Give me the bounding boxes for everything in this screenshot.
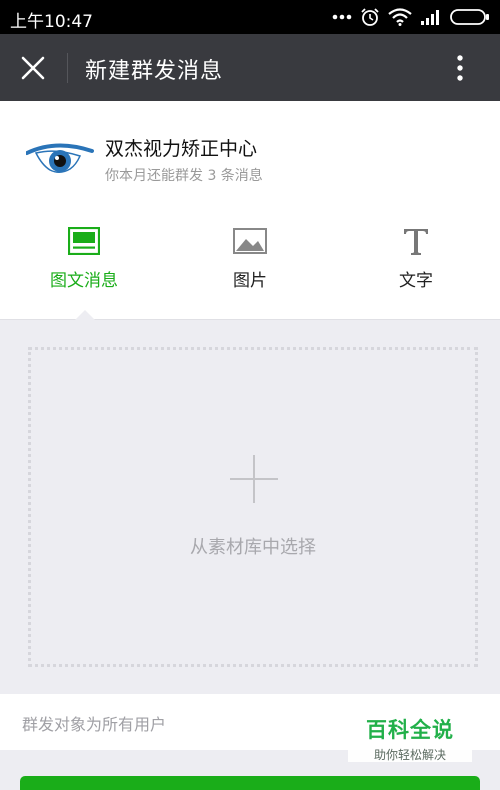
more-options-button[interactable] (442, 50, 478, 86)
tab-image[interactable]: 图片 (190, 221, 310, 296)
title-divider (67, 53, 68, 83)
send-button[interactable] (20, 776, 480, 790)
more-vertical-icon (457, 55, 463, 81)
watermark-subtitle: 助你轻松解决 (373, 748, 446, 762)
tab-label: 文字 (399, 271, 433, 291)
alarm-icon (361, 8, 379, 26)
material-library-picker[interactable]: 从素材库中选择 (28, 347, 478, 667)
watermark-title: 百科全说 (366, 718, 454, 742)
account-name: 双杰视力矫正中心 (105, 138, 258, 160)
page-title: 新建群发消息 (85, 59, 224, 84)
tab-text[interactable]: 文字 (356, 221, 476, 296)
message-type-tabs: 图文消息 图片 文字 (0, 221, 500, 301)
close-icon (21, 56, 45, 80)
wifi-icon (388, 8, 412, 26)
text-icon (404, 229, 428, 255)
battery-icon (450, 9, 489, 25)
plus-icon (230, 455, 278, 503)
signal-icon (421, 10, 439, 25)
material-library-label: 从素材库中选择 (190, 537, 316, 558)
title-bar: 新建群发消息 (0, 34, 500, 101)
eye-logo-icon (26, 143, 94, 173)
status-time: 上午10:47 (10, 12, 93, 32)
tab-label: 图片 (233, 271, 267, 291)
active-tab-caret (75, 310, 95, 320)
image-icon (233, 228, 267, 254)
recipients-text: 群发对象为所有用户 (22, 715, 167, 734)
account-quota: 你本月还能群发 3 条消息 (105, 168, 263, 184)
status-icons (332, 6, 490, 28)
status-bar: 上午10:47 (0, 0, 500, 34)
article-icon (68, 227, 100, 255)
more-dots-icon (332, 14, 352, 20)
close-button[interactable] (14, 49, 52, 87)
tab-article[interactable]: 图文消息 (24, 221, 144, 296)
account-card: 双杰视力矫正中心 你本月还能群发 3 条消息 图文消息 图片 文字 (0, 101, 500, 319)
tab-label: 图文消息 (50, 271, 118, 291)
watermark-logo: 百科全说 助你轻松解决 (348, 712, 472, 762)
